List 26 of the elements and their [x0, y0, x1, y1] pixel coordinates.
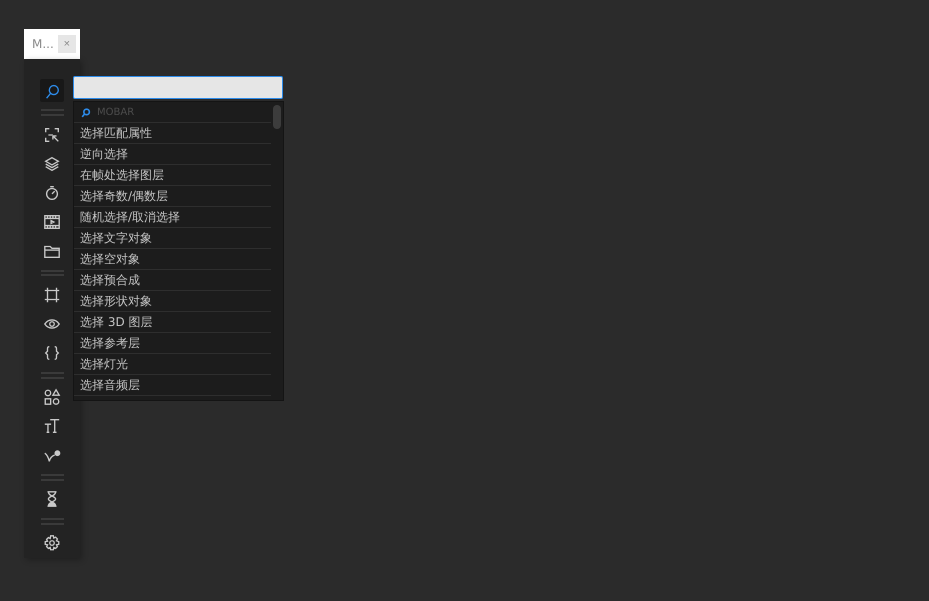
sidebar-button[interactable]: [40, 79, 64, 102]
dropdown-item[interactable]: 选择匹配属性: [74, 123, 271, 144]
crop-icon: [43, 286, 61, 304]
dropdown-item[interactable]: 随机选择/取消选择: [74, 207, 271, 228]
text-size-icon: [43, 417, 61, 436]
scrollbar-thumb[interactable]: [273, 105, 281, 129]
dropdown-item[interactable]: 选择参考层: [74, 333, 271, 354]
layers-icon: [43, 154, 61, 173]
stopwatch-icon: [43, 184, 61, 202]
dropdown-item[interactable]: 选择空对象: [74, 249, 271, 270]
dropdown-item[interactable]: 选择奇数/偶数层: [74, 186, 271, 207]
dropdown-item[interactable]: 选择音频层: [74, 375, 271, 396]
search-icon: [80, 106, 91, 118]
dropdown-item[interactable]: 选择形状对象: [74, 291, 271, 312]
dropdown-item[interactable]: 选择预合成: [74, 270, 271, 291]
braces-icon: [43, 344, 61, 362]
dropdown-item[interactable]: 选择 3D 图层: [74, 312, 271, 333]
settings-icon: [43, 534, 61, 552]
selection-icon: [43, 126, 61, 144]
dropdown-item[interactable]: 在帧处选择图层: [74, 165, 271, 186]
dropdown-item[interactable]: 逆向选择: [74, 144, 271, 165]
search-field[interactable]: [73, 76, 283, 99]
dropdown-item[interactable]: 选择灯光: [74, 354, 271, 375]
dropdown-item[interactable]: 选择文字对象: [74, 228, 271, 249]
shapes-icon: [43, 388, 61, 406]
film-icon: [43, 212, 61, 231]
